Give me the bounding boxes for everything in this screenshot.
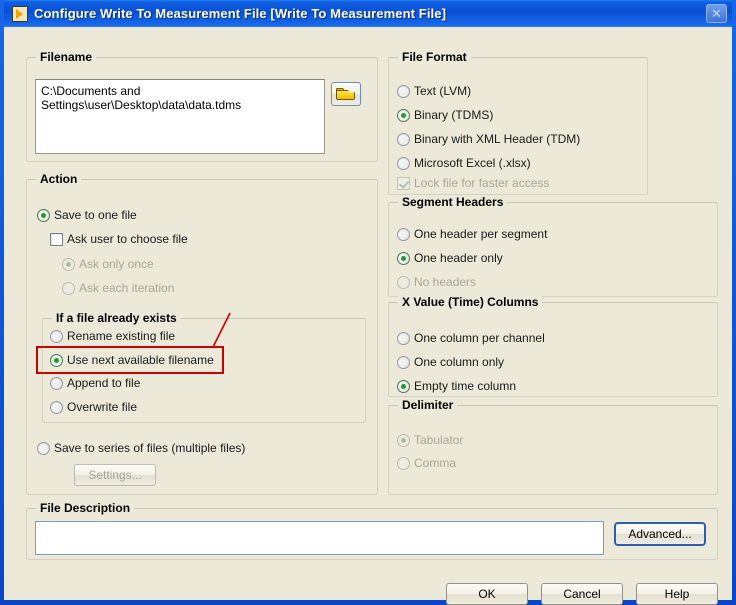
radio-label: Overwrite file: [67, 400, 138, 414]
radio-rename-existing-file[interactable]: Rename existing file: [50, 329, 175, 343]
help-button[interactable]: Help: [636, 583, 718, 605]
radio-icon: [37, 208, 50, 222]
radio-label: Binary (TDMS): [414, 108, 494, 122]
ok-button[interactable]: OK: [446, 583, 528, 605]
radio-one-column-per-channel[interactable]: One column per channel: [397, 331, 545, 345]
radio-empty-time-column[interactable]: Empty time column: [397, 379, 516, 393]
radio-binary-tdms[interactable]: Binary (TDMS): [397, 108, 493, 122]
radio-icon: [397, 433, 410, 447]
filename-legend: Filename: [36, 50, 97, 64]
radio-comma: Comma: [397, 456, 456, 470]
radio-save-to-series-of-files[interactable]: Save to series of files (multiple files): [37, 441, 245, 455]
radio-label: Binary with XML Header (TDM): [414, 132, 581, 146]
radio-icon: [397, 132, 410, 146]
radio-microsoft-excel-xlsx[interactable]: Microsoft Excel (.xlsx): [397, 156, 531, 170]
file-format-group: File Format: [388, 50, 648, 195]
radio-icon: [50, 353, 63, 367]
labview-icon: [12, 5, 28, 22]
radio-icon: [50, 329, 63, 343]
delimiter-group: Delimiter: [388, 398, 718, 495]
radio-one-header-per-segment[interactable]: One header per segment: [397, 227, 547, 241]
cancel-button[interactable]: Cancel: [541, 583, 623, 605]
x-value-columns-legend: X Value (Time) Columns: [398, 295, 543, 309]
radio-label: No headers: [414, 275, 477, 289]
title-bar[interactable]: Configure Write To Measurement File [Wri…: [4, 0, 732, 27]
checkbox-label: Ask user to choose file: [67, 232, 188, 246]
radio-icon: [397, 331, 410, 345]
radio-tabulator: Tabulator: [397, 433, 463, 447]
radio-icon: [397, 456, 410, 470]
radio-icon: [50, 400, 63, 414]
radio-label: One header only: [414, 251, 503, 265]
radio-save-to-one-file[interactable]: Save to one file: [37, 208, 137, 222]
radio-icon: [62, 281, 75, 295]
radio-icon: [50, 376, 63, 390]
radio-label: Append to file: [67, 376, 141, 390]
radio-icon: [37, 441, 50, 455]
radio-label: One column only: [414, 355, 505, 369]
radio-label: Use next available filename: [67, 353, 214, 367]
radio-label: Microsoft Excel (.xlsx): [414, 156, 531, 170]
radio-icon: [397, 275, 410, 289]
file-exists-legend: If a file already exists: [52, 311, 181, 325]
radio-label: One header per segment: [414, 227, 548, 241]
file-description-input[interactable]: [35, 521, 604, 555]
radio-label: One column per channel: [414, 331, 545, 345]
dialog-window: Configure Write To Measurement File [Wri…: [0, 0, 736, 605]
radio-icon: [397, 251, 410, 265]
radio-one-header-only[interactable]: One header only: [397, 251, 503, 265]
radio-label: Comma: [414, 456, 457, 470]
radio-icon: [397, 156, 410, 170]
advanced-button[interactable]: Advanced...: [614, 522, 706, 546]
file-description-legend: File Description: [36, 501, 135, 515]
radio-icon: [397, 108, 410, 122]
radio-icon: [397, 227, 410, 241]
checkbox-label: Lock file for faster access: [414, 176, 550, 190]
radio-label: Text (LVM): [414, 84, 472, 98]
window-title: Configure Write To Measurement File [Wri…: [34, 6, 447, 21]
radio-label: Save to series of files (multiple files): [54, 441, 246, 455]
radio-label: Ask each iteration: [79, 281, 175, 295]
action-legend: Action: [36, 172, 82, 186]
radio-use-next-available-filename[interactable]: Use next available filename: [50, 353, 214, 367]
radio-binary-xml-tdm[interactable]: Binary with XML Header (TDM): [397, 132, 580, 146]
radio-overwrite-file[interactable]: Overwrite file: [50, 400, 137, 414]
radio-one-column-only[interactable]: One column only: [397, 355, 504, 369]
radio-label: Empty time column: [414, 379, 517, 393]
radio-label: Save to one file: [54, 208, 137, 222]
radio-label: Tabulator: [414, 433, 464, 447]
radio-icon: [62, 257, 75, 271]
filename-browse-button[interactable]: [331, 82, 361, 106]
checkbox-icon: [397, 176, 410, 190]
filename-input[interactable]: C:\Documents and Settings\user\Desktop\d…: [35, 79, 325, 154]
file-format-legend: File Format: [398, 50, 471, 64]
radio-append-to-file[interactable]: Append to file: [50, 376, 140, 390]
radio-icon: [397, 379, 410, 393]
checkbox-lock-file-for-faster-access: Lock file for faster access: [397, 176, 549, 190]
radio-text-lvm[interactable]: Text (LVM): [397, 84, 471, 98]
segment-headers-legend: Segment Headers: [398, 195, 508, 209]
radio-label: Rename existing file: [67, 329, 176, 343]
radio-icon: [397, 84, 410, 98]
dialog-client: Filename C:\Documents and Settings\user\…: [4, 27, 732, 605]
radio-no-headers: No headers: [397, 275, 476, 289]
folder-open-icon: [336, 87, 356, 101]
checkbox-icon: [50, 232, 63, 246]
radio-ask-each-iteration: Ask each iteration: [62, 281, 174, 295]
settings-button: Settings...: [74, 464, 156, 486]
radio-label: Ask only once: [79, 257, 154, 271]
radio-icon: [397, 355, 410, 369]
checkbox-ask-user-to-choose-file[interactable]: Ask user to choose file: [50, 232, 188, 246]
delimiter-legend: Delimiter: [398, 398, 458, 412]
radio-ask-only-once: Ask only once: [62, 257, 154, 271]
close-icon[interactable]: ✕: [706, 4, 727, 23]
